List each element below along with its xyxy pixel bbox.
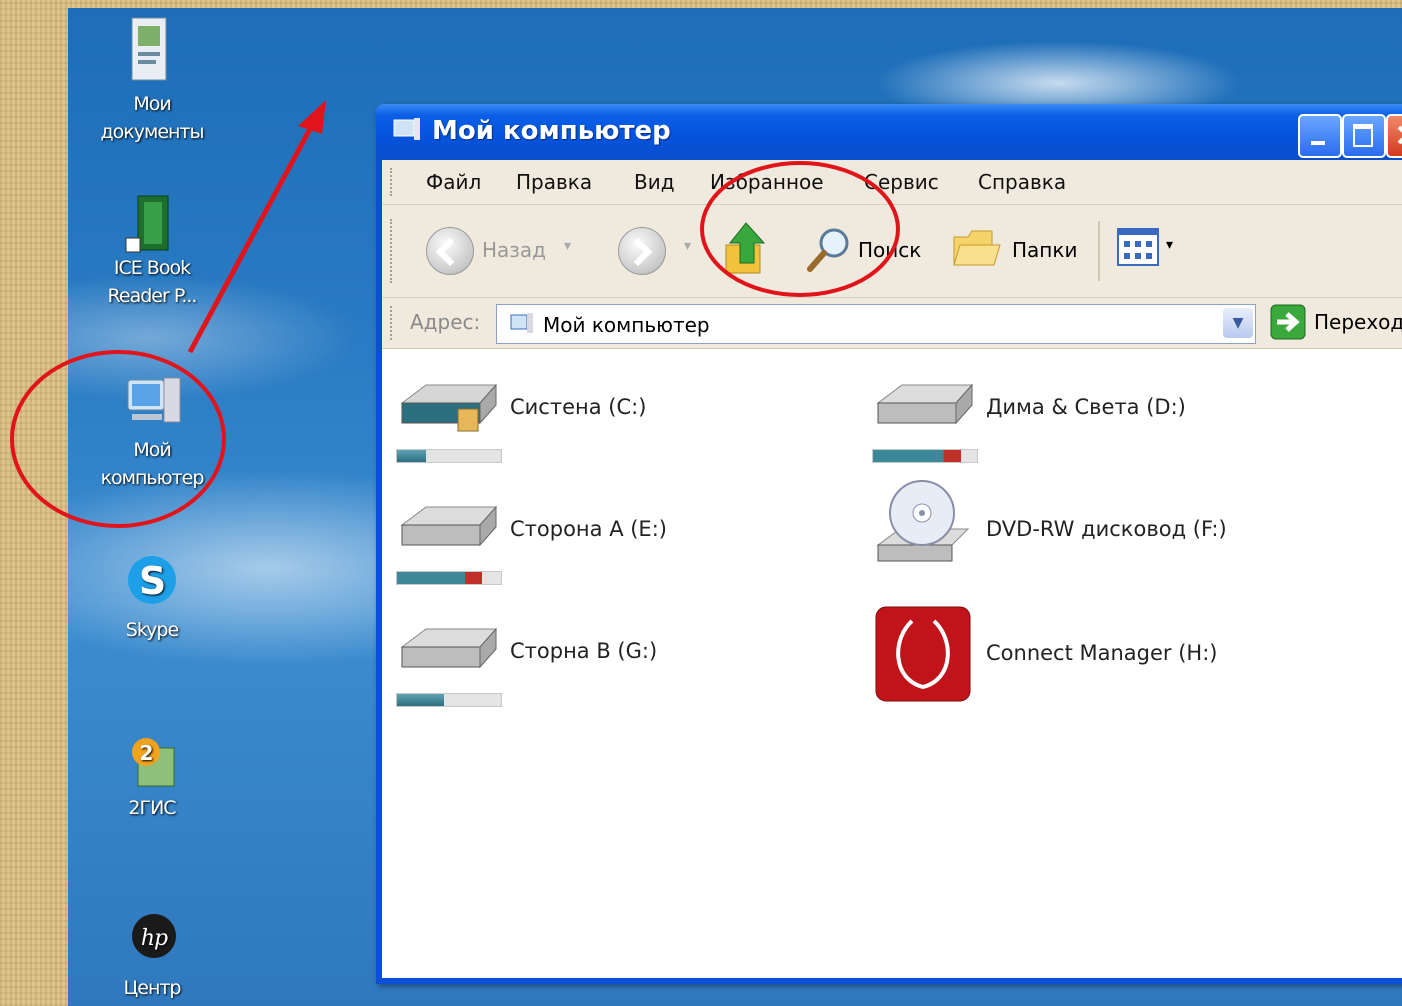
explorer-window[interactable]: Мой компьютер Файл Правка Вид Избранное … [376,104,1402,984]
menu-grip[interactable] [390,168,396,196]
close-icon [1397,125,1402,145]
desktop-icon-label: ICE Book Reader P... [107,257,198,307]
desktop-icon-ice-book[interactable]: ICE Book Reader P... [92,194,212,310]
window-icon [392,116,422,150]
drive-label: Connect Manager (H:) [986,641,1218,665]
folders-label: Папки [1012,238,1078,262]
window-title: Мой компьютер [432,116,671,146]
views-icon [1117,228,1159,266]
menu-view[interactable]: Вид [634,170,675,194]
hard-drive-icon [400,505,498,547]
computer-icon [124,374,181,430]
address-dropdown-button[interactable]: ▼ [1223,308,1253,338]
desktop[interactable]: Мои документы ICE Book Reader P... Мой к… [68,8,1402,1006]
address-grip[interactable] [390,306,396,340]
usage-bar [396,449,502,463]
drive-list: Систена (C:) Дима & Света (D:) Сторона А… [382,349,1402,978]
hard-drive-icon [400,383,498,432]
computer-small-icon [510,313,533,333]
maximize-button[interactable] [1342,114,1386,158]
svg-text:2: 2 [140,741,153,765]
menu-tools[interactable]: Сервис [864,170,939,194]
drive-label: DVD-RW дисковод (F:) [986,517,1227,541]
drive-item-f[interactable]: DVD-RW дисковод (F:) [872,477,1312,573]
desktop-icon-my-computer[interactable]: Мой компьютер [92,374,212,492]
hp-icon: hp [124,908,180,964]
forward-arrow-icon [618,227,666,275]
book-icon [124,194,180,253]
drive-label: Систена (C:) [510,395,647,419]
desktop-icon-my-documents[interactable]: Мои документы [92,16,212,146]
toolbar-grip[interactable] [390,219,396,283]
address-bar: Адрес: Мой компьютер ▼ Переход [382,298,1402,349]
window-client: Файл Правка Вид Избранное Сервис Справка… [382,160,1402,978]
documents-icon [124,16,180,81]
svg-text:S: S [139,559,165,603]
drive-item-h[interactable]: Connect Manager (H:) [874,605,1314,705]
address-value: Мой компьютер [543,313,710,337]
close-button[interactable] [1386,114,1402,158]
forward-dropdown-icon[interactable]: ▾ [684,238,691,254]
up-folder-icon [725,222,766,274]
go-button[interactable]: Переход [1270,304,1402,342]
up-folder-button[interactable] [722,219,772,279]
connect-manager-icon [875,606,971,702]
forward-button[interactable]: ▾ [618,225,698,275]
views-dropdown-icon[interactable]: ▾ [1166,237,1173,253]
go-label: Переход [1314,310,1402,334]
desktop-icon-hp-center[interactable]: hp Центр [92,908,212,1002]
back-arrow-icon [426,227,474,275]
map-icon: 2 [124,730,180,787]
folders-icon [953,230,1001,266]
drive-item-e[interactable]: Сторона А (E:) [396,501,796,587]
search-label: Поиск [858,238,922,262]
minimize-button[interactable] [1298,114,1342,158]
usage-bar [396,693,502,707]
drive-label: Дима & Света (D:) [986,395,1186,419]
search-button[interactable]: Поиск [806,225,936,275]
menu-file[interactable]: Файл [426,170,481,194]
menu-favorites[interactable]: Избранное [710,170,824,194]
svg-text:hp: hp [141,926,168,951]
address-field[interactable]: Мой компьютер ▼ [496,304,1256,344]
chevron-down-icon: ▼ [1232,315,1244,331]
desktop-icon-label: Центр [123,977,182,999]
drive-item-g[interactable]: Сторна B (G:) [396,623,796,709]
skype-icon: S [124,554,180,610]
hard-drive-icon [876,383,974,425]
back-dropdown-icon[interactable]: ▾ [564,238,571,254]
menu-help[interactable]: Справка [978,170,1066,194]
search-icon [807,228,849,272]
desktop-icon-label: 2ГИС [128,797,176,819]
desktop-icon-2gis[interactable]: 2 2ГИС [92,730,212,822]
drive-label: Сторна B (G:) [510,639,658,663]
toolbar: Назад ▾ ▾ Поиск Папки ▾ [382,205,1402,298]
desktop-icon-label: Мой компьютер [100,439,205,489]
usage-bar [872,449,978,463]
back-button[interactable]: Назад ▾ [426,225,576,275]
address-label: Адрес: [410,310,481,334]
drive-item-c[interactable]: Систена (C:) [396,379,796,465]
menu-bar: Файл Правка Вид Избранное Сервис Справка [382,160,1402,205]
menu-edit[interactable]: Правка [516,170,592,194]
go-arrow-icon [1270,304,1306,340]
folders-button[interactable]: Папки [952,225,1092,275]
desktop-icon-skype[interactable]: S Skype [92,554,212,644]
views-button[interactable]: ▾ [1116,225,1196,275]
title-bar[interactable]: Мой компьютер [376,104,1402,160]
desktop-icon-label: Skype [125,619,179,641]
drive-label: Сторона А (E:) [510,517,667,541]
separator [1098,221,1100,281]
hard-drive-icon [400,627,498,669]
dvd-drive-icon [876,480,970,562]
back-label: Назад [482,238,547,262]
desktop-icon-label: Мои документы [100,93,205,143]
drive-item-d[interactable]: Дима & Света (D:) [872,379,1292,465]
usage-bar [396,571,502,585]
